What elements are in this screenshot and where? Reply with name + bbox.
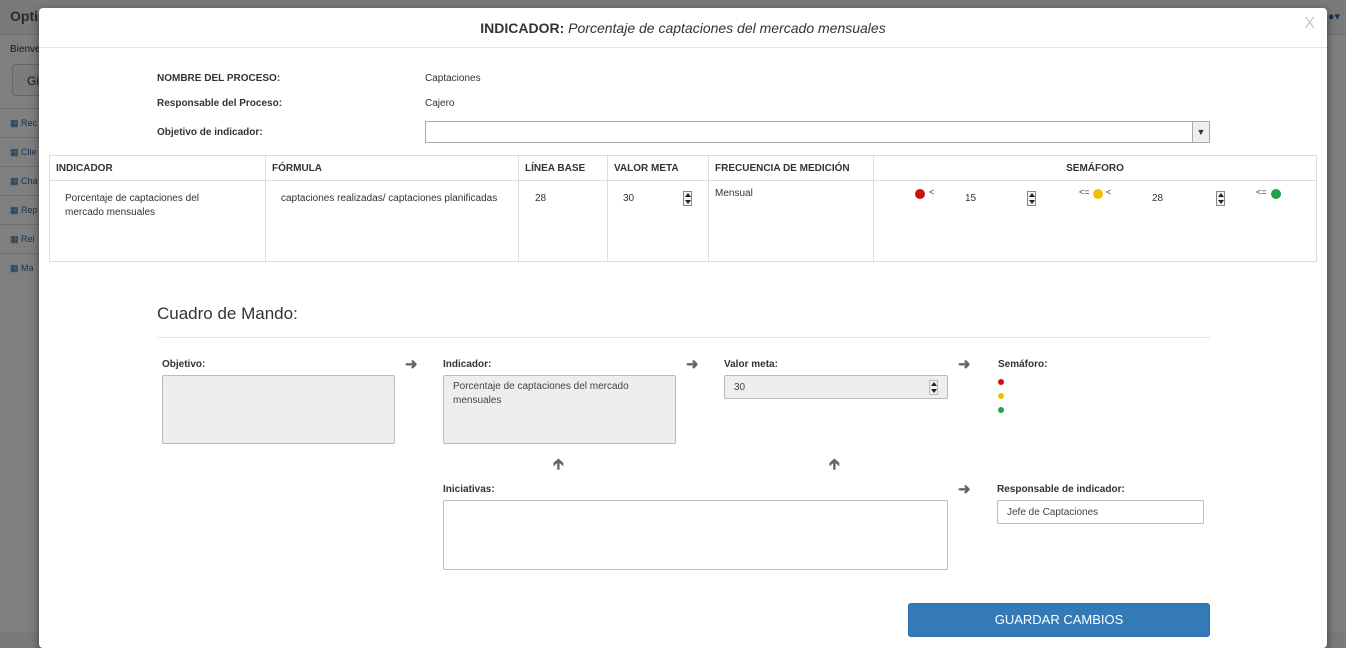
cuadro-title: Cuadro de Mando: <box>157 304 298 323</box>
cell-linea-base[interactable]: 28 <box>518 180 608 262</box>
frecuencia-input[interactable]: Mensual <box>715 187 753 201</box>
modal-title: INDICADOR: Porcentaje de captaciones del… <box>39 20 1327 36</box>
valor-meta-input[interactable]: 30 <box>623 192 634 206</box>
iniciativas-label: Iniciativas: <box>443 484 495 495</box>
red-threshold-stepper[interactable] <box>1027 191 1036 206</box>
responsable-label: Responsable de indicador: <box>997 484 1125 495</box>
green-light-icon <box>1271 189 1281 199</box>
green-operator: <= <box>1256 187 1267 197</box>
yellow-threshold-stepper[interactable] <box>1216 191 1225 206</box>
objective-label: Objetivo de indicador: <box>157 127 263 138</box>
yellow-operator-left: <= <box>1079 187 1090 197</box>
red-threshold-input[interactable]: 15 <box>965 192 976 206</box>
objetivo-field <box>162 375 395 444</box>
arrow-up-icon: 🡱 <box>553 456 564 473</box>
arrow-right-icon: ➜ <box>686 356 699 373</box>
yellow-light-icon <box>1093 189 1103 199</box>
indicador-value: Porcentaje de captaciones del mercado me… <box>453 381 629 406</box>
header-formula: FÓRMULA <box>265 155 519 181</box>
header-valor-meta: VALOR META <box>607 155 709 181</box>
close-icon[interactable]: X <box>1304 15 1315 33</box>
objetivo-label: Objetivo: <box>162 359 206 370</box>
modal-title-prefix: INDICADOR: <box>480 20 565 36</box>
modal-header: INDICADOR: Porcentaje de captaciones del… <box>39 8 1327 48</box>
process-responsible-value: Cajero <box>425 98 455 109</box>
valor-meta-field: 30 <box>724 375 948 399</box>
modal-title-name: Porcentaje de captaciones del mercado me… <box>568 20 886 36</box>
linea-base-input[interactable]: 28 <box>535 192 546 206</box>
responsable-value: Jefe de Captaciones <box>1007 507 1099 518</box>
process-responsible-label: Responsable del Proceso: <box>157 98 283 109</box>
indicador-text: Porcentaje de captaciones del mercado me… <box>65 193 199 218</box>
valor-meta-field-stepper <box>929 380 938 395</box>
header-semaforo: SEMÁFORO <box>873 155 1317 181</box>
yellow-operator-right: < <box>1106 187 1112 197</box>
cell-frecuencia[interactable]: Mensual <box>708 180 874 262</box>
valor-meta-stepper[interactable] <box>683 191 692 206</box>
process-name-label: NOMBRE DEL PROCESO: <box>157 73 281 84</box>
semaforo-label: Semáforo: <box>998 359 1048 370</box>
cell-indicador: Porcentaje de captaciones del mercado me… <box>49 180 266 262</box>
red-operator: < <box>929 187 935 197</box>
divider <box>157 337 1210 338</box>
indicator-table: INDICADOR FÓRMULA LÍNEA BASE VALOR META … <box>49 155 1317 262</box>
arrow-up-icon: 🡱 <box>829 456 840 473</box>
indicador-label: Indicador: <box>443 359 492 370</box>
process-name-value: Captaciones <box>425 73 481 84</box>
table-row: Porcentaje de captaciones del mercado me… <box>49 180 1317 262</box>
cell-formula[interactable]: captaciones realizadas/ captaciones plan… <box>265 180 519 262</box>
header-frecuencia: FRECUENCIA DE MEDICIÓN <box>708 155 874 181</box>
header-indicador: INDICADOR <box>49 155 266 181</box>
arrow-right-icon: ➜ <box>958 356 971 373</box>
cell-valor-meta[interactable]: 30 <box>607 180 709 262</box>
valor-meta-label: Valor meta: <box>724 359 778 370</box>
cell-semaforo: < 15 <= < 28 <= <box>873 180 1317 262</box>
indicador-field: Porcentaje de captaciones del mercado me… <box>443 375 676 444</box>
red-light-icon <box>998 379 1004 385</box>
yellow-threshold-input[interactable]: 28 <box>1152 192 1163 206</box>
red-light-icon <box>915 189 925 199</box>
objective-select[interactable]: ▼ <box>425 121 1210 143</box>
iniciativas-textarea[interactable] <box>443 500 948 570</box>
formula-input[interactable]: captaciones realizadas/ captaciones plan… <box>281 192 505 206</box>
table-header-row: INDICADOR FÓRMULA LÍNEA BASE VALOR META … <box>49 155 1317 181</box>
yellow-light-icon <box>998 393 1004 399</box>
indicator-modal: INDICADOR: Porcentaje de captaciones del… <box>39 8 1327 648</box>
arrow-right-icon: ➜ <box>405 356 418 373</box>
chevron-down-icon[interactable]: ▼ <box>1192 122 1209 142</box>
arrow-right-icon: ➜ <box>958 481 971 498</box>
header-linea-base: LÍNEA BASE <box>518 155 608 181</box>
valor-meta-value: 30 <box>734 382 746 393</box>
responsable-input[interactable]: Jefe de Captaciones <box>997 500 1204 524</box>
green-light-icon <box>998 407 1004 413</box>
